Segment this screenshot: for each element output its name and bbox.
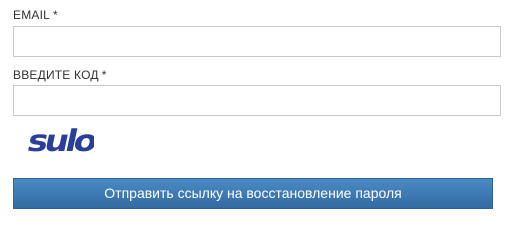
captcha-image: sulo [24,124,94,159]
code-required-marker: * [101,68,107,82]
email-label: EMAIL * [13,8,58,22]
password-reset-form: EMAIL * ВВЕДИТЕ КОД * sulo Отправить ссылк… [0,0,510,225]
code-label-text: ВВЕДИТЕ КОД [13,68,99,82]
captcha-text: sulo [24,124,94,159]
captcha-code-field[interactable] [13,85,501,116]
email-field[interactable] [13,26,501,57]
email-required-marker: * [53,8,58,22]
send-reset-link-button[interactable]: Отправить ссылку на восстановление парол… [13,178,493,209]
code-label: ВВЕДИТЕ КОД * [13,68,107,82]
email-label-text: EMAIL [13,8,51,22]
